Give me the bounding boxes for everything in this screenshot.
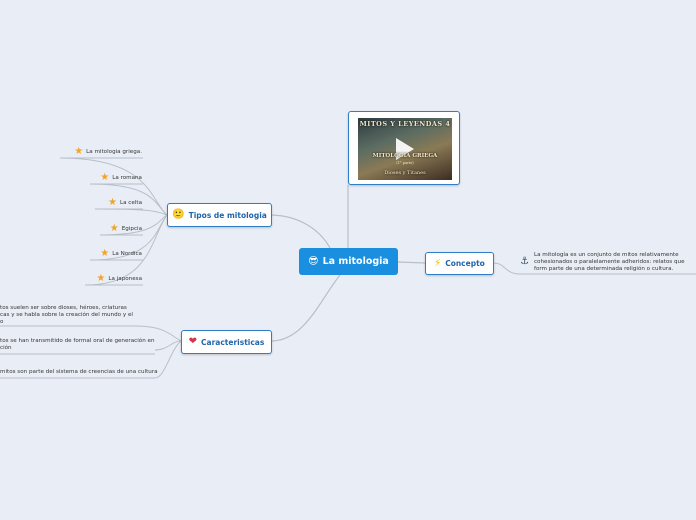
video-subtitle: MITOLOGIA GRIEGA	[372, 153, 438, 159]
mind-map-canvas: 😎 La mitologia 🙂 Tipos de mitologia ★ La…	[0, 0, 696, 520]
topic-concepto[interactable]: ⚡ Concepto	[425, 252, 494, 275]
star-icon: ★	[96, 273, 106, 284]
subtopic-label: La mitologia griega.	[86, 149, 142, 155]
topic-caracteristicas-label: Caracteristicas	[201, 337, 265, 347]
subtopic-nordica[interactable]: ★ La Nordica	[90, 248, 142, 260]
subtopic-egipcia[interactable]: ★ Egipcia	[100, 223, 142, 235]
star-icon: ★	[100, 248, 110, 259]
topic-concepto-label: Concepto	[445, 259, 485, 268]
central-topic-label: La mitologia	[322, 256, 389, 267]
subtopic-romana[interactable]: ★ La romana	[90, 172, 142, 184]
topic-tipos-de-mitologia[interactable]: 🙂 Tipos de mitologia	[167, 203, 272, 227]
link-tipos-3	[94, 208, 168, 216]
subtopic-caracteristica-2[interactable]: tos se han transmitido de formal oral de…	[0, 338, 155, 353]
central-topic[interactable]: 😎 La mitologia	[299, 248, 398, 275]
subtopic-label: La mitología es un conjunto de mitos rel…	[533, 252, 685, 272]
link-central-concepto	[397, 261, 426, 264]
star-icon: ★	[109, 223, 119, 234]
subtopic-label: tos suelen ser sobre dioses, héroes, cri…	[0, 305, 133, 325]
topic-caracteristicas[interactable]: ❤ Caracteristicas	[181, 330, 272, 354]
subtopic-concepto-detail[interactable]: ⚓ La mitología es un conjunto de mitos r…	[520, 252, 696, 274]
smiley-icon: 🙂	[172, 209, 185, 220]
star-icon: ★	[108, 197, 117, 208]
video-caption: Dioses y Titanes	[384, 170, 426, 176]
subtopic-mitologia-griega[interactable]: ★ La mitologia griega.	[60, 146, 142, 158]
video-title: MITOS Y LEYENDAS 4	[359, 120, 451, 128]
lightning-icon: ⚡	[434, 257, 442, 269]
subtopic-label: Egipcia	[121, 226, 142, 232]
subtopic-label: tos se han transmitido de formal oral de…	[0, 338, 155, 351]
subtopic-label: La romana	[112, 175, 142, 181]
subtopic-celta[interactable]: ★ La celta	[95, 197, 142, 209]
heart-icon: ❤	[188, 336, 198, 347]
topic-tipos-label: Tipos de mitologia	[188, 210, 267, 220]
star-icon: ★	[74, 146, 84, 157]
video-thumbnail[interactable]: MITOS Y LEYENDAS 4 MITOLOGIA GRIEGA (1° …	[358, 118, 452, 180]
link-central-tipos	[271, 214, 331, 249]
subtopic-caracteristica-3[interactable]: mitos son parte del sistema de creencias…	[0, 366, 158, 377]
subtopic-label: La Nordica	[112, 251, 142, 257]
subtopic-japonesa[interactable]: ★ La japonesa	[85, 273, 142, 285]
anchor-icon: ⚓	[520, 256, 529, 267]
sunglasses-smiley-icon: 😎	[308, 255, 319, 267]
subtopic-label: mitos son parte del sistema de creencias…	[0, 368, 158, 375]
subtopic-label: La japonesa	[108, 276, 142, 282]
subtopic-caracteristica-1[interactable]: tos suelen ser sobre dioses, héroes, cri…	[0, 305, 135, 325]
subtopic-label: La celta	[119, 200, 142, 206]
video-part: (1° parte)	[396, 161, 414, 165]
video-attachment-node[interactable]: MITOS Y LEYENDAS 4 MITOLOGIA GRIEGA (1° …	[348, 111, 460, 185]
star-icon: ★	[100, 172, 110, 183]
link-central-caracteristicas	[271, 274, 341, 342]
